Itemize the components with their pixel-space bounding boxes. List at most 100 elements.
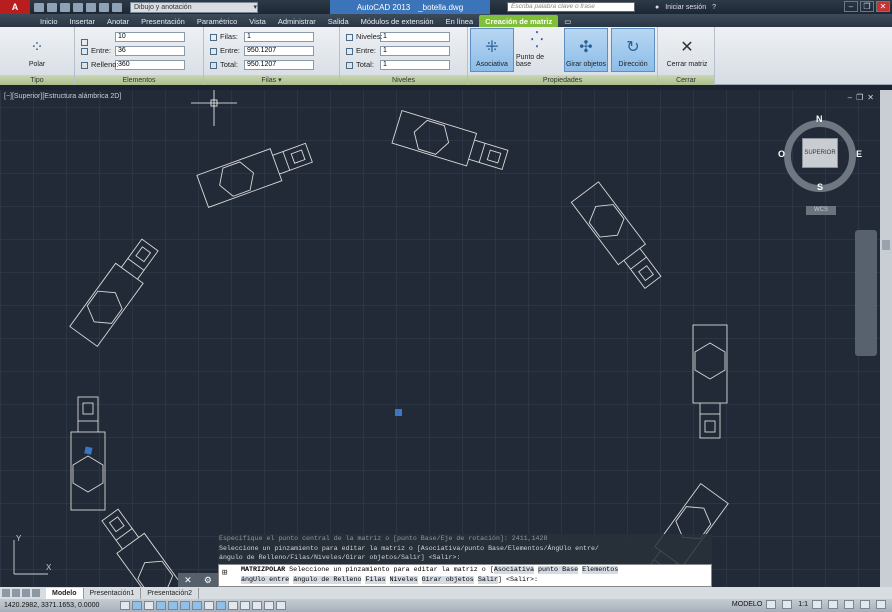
ribbon-minimize-icon[interactable]: ▭ bbox=[558, 15, 577, 27]
command-line-input[interactable]: ⊞ MATRIZPOLAR Seleccione un pinzamiento … bbox=[218, 564, 712, 587]
redo-icon[interactable] bbox=[112, 2, 122, 12]
option-asociativa[interactable]: Asociativa bbox=[493, 566, 534, 574]
option-niveles[interactable]: Niveles bbox=[389, 576, 418, 584]
save-as-icon[interactable] bbox=[73, 2, 83, 12]
lineweight-icon[interactable] bbox=[228, 601, 238, 610]
new-icon[interactable] bbox=[34, 2, 44, 12]
vertical-scrollbar[interactable] bbox=[880, 90, 892, 587]
option-elementos[interactable]: Elementos bbox=[582, 566, 619, 574]
tab-inicio[interactable]: Inicio bbox=[34, 15, 64, 27]
tab-modelo[interactable]: Modelo bbox=[46, 587, 84, 599]
center-grip[interactable] bbox=[395, 409, 402, 416]
last-layout-icon[interactable] bbox=[32, 589, 40, 597]
first-layout-icon[interactable] bbox=[2, 589, 10, 597]
direction-button[interactable]: ↻ Dirección bbox=[611, 28, 655, 72]
restore-viewport-icon[interactable]: ❐ bbox=[856, 93, 863, 102]
isolate-objects-icon[interactable] bbox=[860, 600, 870, 609]
filas-total-input[interactable] bbox=[244, 59, 314, 70]
print-icon[interactable] bbox=[86, 2, 96, 12]
search-input[interactable]: Escriba palabra clave o frase bbox=[507, 2, 635, 12]
lock-icon[interactable] bbox=[844, 600, 854, 609]
coordinates-readout[interactable]: 1420.2982, 3371.1653, 0.0000 bbox=[0, 602, 120, 609]
workspace-selector[interactable]: Dibujo y anotación ▾ bbox=[130, 1, 258, 13]
object-snap-icon[interactable] bbox=[168, 601, 178, 610]
elementos-count-input[interactable] bbox=[115, 31, 185, 42]
dynamic-input-icon[interactable] bbox=[216, 601, 226, 610]
ortho-mode-icon[interactable] bbox=[144, 601, 154, 610]
clean-screen-icon[interactable] bbox=[876, 600, 886, 609]
tab-insertar[interactable]: Insertar bbox=[64, 15, 101, 27]
close-viewport-icon[interactable]: ✕ bbox=[867, 93, 874, 102]
tab-administrar[interactable]: Administrar bbox=[272, 15, 322, 27]
close-command-icon[interactable]: ✕ bbox=[184, 575, 192, 586]
compass-east[interactable]: E bbox=[856, 149, 862, 159]
next-layout-icon[interactable] bbox=[22, 589, 30, 597]
transparency-icon[interactable] bbox=[240, 601, 250, 610]
filas-between-input[interactable] bbox=[244, 45, 314, 56]
selection-cycling-icon[interactable] bbox=[264, 601, 274, 610]
prev-layout-icon[interactable] bbox=[12, 589, 20, 597]
polar-tracking-icon[interactable] bbox=[156, 601, 166, 610]
help-icon[interactable]: ? bbox=[712, 4, 716, 11]
signin-link[interactable]: Iniciar sesión bbox=[665, 4, 706, 11]
tab-salida[interactable]: Salida bbox=[322, 15, 355, 27]
snap-mode-icon[interactable] bbox=[120, 601, 130, 610]
tab-anotar[interactable]: Anotar bbox=[101, 15, 135, 27]
viewcube-face[interactable]: SUPERIOR bbox=[802, 138, 838, 168]
annotation-scale[interactable]: 1:1 bbox=[798, 601, 808, 608]
compass-south[interactable]: S bbox=[817, 182, 823, 192]
option-salir[interactable]: Salir bbox=[477, 576, 498, 584]
viewcube[interactable]: SUPERIOR N S E O bbox=[778, 114, 862, 198]
dynamic-ucs-icon[interactable] bbox=[204, 601, 214, 610]
restore-icon[interactable]: ❐ bbox=[860, 1, 874, 12]
open-icon[interactable] bbox=[47, 2, 57, 12]
compass-west[interactable]: O bbox=[778, 149, 785, 159]
tab-presentacion1[interactable]: Presentación1 bbox=[84, 587, 142, 599]
quick-view-layouts-icon[interactable] bbox=[766, 600, 777, 609]
customize-icon[interactable]: ⚙ bbox=[204, 575, 212, 586]
option-angulo-relleno[interactable]: ángulo de Relleno bbox=[293, 576, 362, 584]
elementos-between-input[interactable] bbox=[115, 45, 185, 56]
base-point-button[interactable]: ⁛ Punto de base bbox=[515, 28, 559, 72]
compass-north[interactable]: N bbox=[816, 114, 823, 124]
associative-button[interactable]: ⁜ Asociativa bbox=[470, 28, 514, 72]
tab-en-linea[interactable]: En línea bbox=[440, 15, 480, 27]
model-space-label[interactable]: MODELO bbox=[732, 601, 762, 608]
save-icon[interactable] bbox=[60, 2, 70, 12]
option-filas[interactable]: Filas bbox=[365, 576, 386, 584]
navigation-bar[interactable] bbox=[855, 230, 877, 356]
annotation-visibility-icon[interactable] bbox=[812, 600, 822, 609]
viewport-label[interactable]: [−][Superior][Estructura alámbrica 2D] bbox=[4, 93, 121, 100]
tab-modulos[interactable]: Módulos de extensión bbox=[355, 15, 440, 27]
close-array-button[interactable]: ✕ Cerrar matriz bbox=[661, 28, 713, 72]
niveles-total-input[interactable] bbox=[380, 59, 450, 70]
filas-rows-input[interactable] bbox=[244, 31, 314, 42]
quick-properties-icon[interactable] bbox=[252, 601, 262, 610]
user-icon[interactable]: ● bbox=[655, 4, 659, 11]
tab-vista[interactable]: Vista bbox=[243, 15, 272, 27]
minimize-icon[interactable]: – bbox=[844, 1, 858, 12]
option-punto-base[interactable]: punto Base bbox=[538, 566, 579, 574]
undo-icon[interactable] bbox=[99, 2, 109, 12]
tab-presentacion[interactable]: Presentación bbox=[135, 15, 191, 27]
minimize-viewport-icon[interactable]: – bbox=[848, 93, 852, 102]
tab-parametrico[interactable]: Paramétrico bbox=[191, 15, 243, 27]
panel-title-filas[interactable]: Filas ▾ bbox=[204, 75, 339, 85]
tab-presentacion2[interactable]: Presentación2 bbox=[141, 587, 200, 599]
annotation-monitor-icon[interactable] bbox=[276, 601, 286, 610]
workspace-switching-icon[interactable] bbox=[828, 600, 838, 609]
object-snap-tracking-icon[interactable] bbox=[192, 601, 202, 610]
niveles-between-input[interactable] bbox=[380, 45, 450, 56]
scrollbar-thumb[interactable] bbox=[882, 240, 890, 250]
3d-object-snap-icon[interactable] bbox=[180, 601, 190, 610]
item-grip[interactable] bbox=[84, 446, 93, 455]
rotate-items-button[interactable]: ✣ Girar objetos bbox=[564, 28, 608, 72]
tab-creacion-matriz[interactable]: Creación de matriz bbox=[479, 15, 559, 27]
drawing-area[interactable]: Y X SUPERIOR N S E O WCS – ❐ ✕ bbox=[0, 90, 880, 587]
application-menu-button[interactable]: A bbox=[0, 0, 30, 14]
grid-display-icon[interactable] bbox=[132, 601, 142, 610]
polar-button[interactable]: ⁘ Polar bbox=[15, 28, 59, 72]
option-angulo-entre[interactable]: ángUlo entre bbox=[241, 576, 290, 584]
wcs-menu[interactable]: WCS bbox=[806, 206, 836, 215]
close-icon[interactable]: ✕ bbox=[876, 1, 890, 12]
